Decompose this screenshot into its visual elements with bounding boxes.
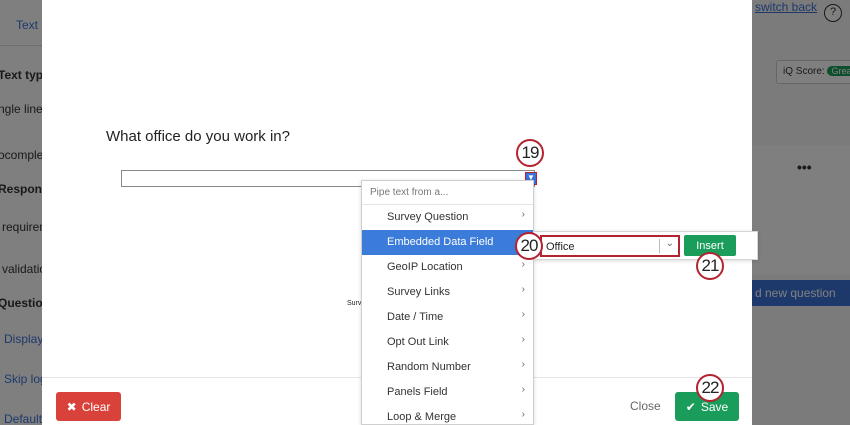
menu-item-label: Loop & Merge: [387, 411, 457, 423]
embedded-field-combobox[interactable]: ⌄: [540, 235, 680, 257]
chevron-right-icon: ›: [521, 334, 525, 345]
step-callout: 21: [696, 252, 724, 280]
embedded-data-submenu: ⌄ Insert: [533, 231, 758, 260]
chevron-right-icon: ›: [521, 384, 525, 395]
divider: [659, 239, 660, 253]
menu-item-label: Opt Out Link: [387, 336, 449, 348]
menu-item-label: GeoIP Location: [387, 261, 463, 273]
step-callout: 22: [696, 374, 724, 402]
chevron-right-icon: ›: [521, 209, 525, 220]
survey-text: Surv: [347, 300, 362, 307]
menu-item-embedded-data-field[interactable]: Embedded Data Field: [362, 230, 533, 255]
save-label: Save: [700, 399, 729, 414]
menu-item-survey-links[interactable]: Survey Links ›: [362, 280, 533, 305]
step-callout: 20: [515, 232, 543, 260]
menu-item-date-time[interactable]: Date / Time ›: [362, 305, 533, 330]
chevron-down-icon[interactable]: ⌄: [666, 238, 674, 249]
chevron-right-icon: ›: [521, 309, 525, 320]
pipe-text-header: Pipe text from a...: [362, 181, 533, 205]
step-callout: 19: [516, 139, 544, 167]
menu-item-survey-question[interactable]: Survey Question ›: [362, 205, 533, 230]
menu-item-random-number[interactable]: Random Number ›: [362, 355, 533, 380]
close-button[interactable]: Close: [630, 399, 661, 413]
menu-item-label: Embedded Data Field: [387, 236, 494, 248]
clear-label: Clear: [81, 399, 111, 414]
menu-item-loop-merge[interactable]: Loop & Merge ›: [362, 405, 533, 424]
menu-item-label: Survey Question: [387, 211, 469, 223]
chevron-right-icon: ›: [521, 359, 525, 370]
clear-button[interactable]: ✖ Clear: [56, 392, 121, 421]
question-text: What office do you work in?: [106, 128, 290, 145]
chevron-right-icon: ›: [521, 409, 525, 420]
menu-item-panels-field[interactable]: Panels Field ›: [362, 380, 533, 405]
embedded-field-input[interactable]: [546, 239, 656, 255]
menu-item-geoip-location[interactable]: GeoIP Location ›: [362, 255, 533, 280]
menu-item-label: Date / Time: [387, 311, 444, 323]
pipe-text-menu: Pipe text from a... Survey Question › Emb…: [361, 180, 534, 425]
menu-item-label: Random Number: [387, 361, 471, 373]
chevron-right-icon: ›: [521, 284, 525, 295]
chevron-right-icon: ›: [521, 259, 525, 270]
menu-item-label: Panels Field: [387, 386, 448, 398]
x-icon: ✖: [66, 399, 77, 414]
menu-item-opt-out-link[interactable]: Opt Out Link ›: [362, 330, 533, 355]
check-icon: ✔: [685, 399, 696, 414]
menu-item-label: Survey Links: [387, 286, 450, 298]
